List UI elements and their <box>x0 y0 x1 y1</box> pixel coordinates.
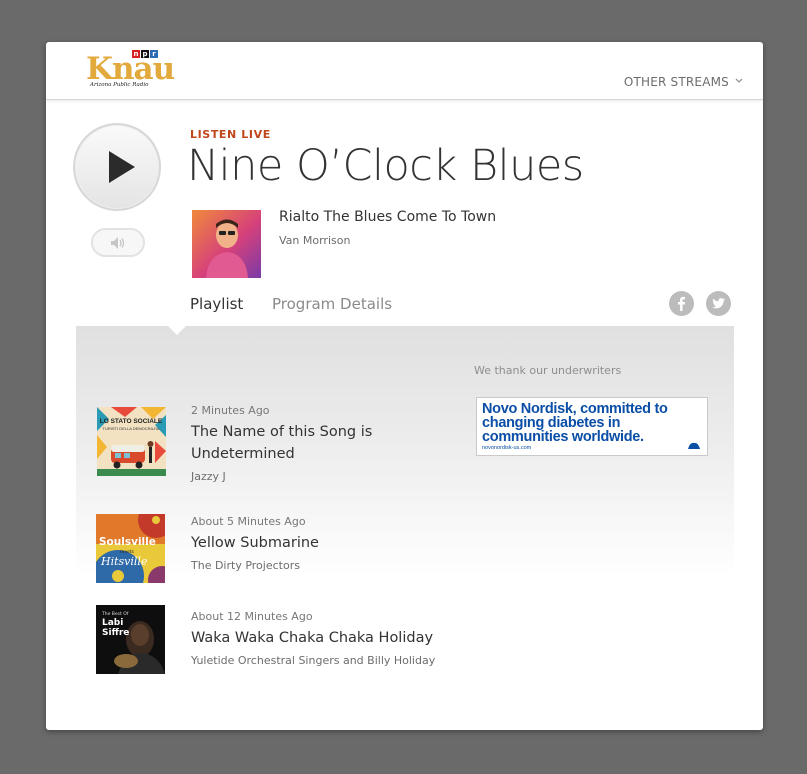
playlist-item-1-time: 2 Minutes Ago <box>191 404 270 417</box>
album-art-3-title-2: Siffre <box>102 628 129 638</box>
npr-letter-r: r <box>150 50 158 58</box>
playlist-item-2-artist: The Dirty Projectors <box>191 559 300 572</box>
album-art-1: LO STATO SOCIALE TURISTI DELLA DEMOCRAZI… <box>97 407 166 476</box>
volume-button[interactable] <box>91 228 145 257</box>
tab-indicator <box>168 326 186 335</box>
playlist-item-3-title: Waka Waka Chaka Chaka Holiday <box>191 630 434 646</box>
playlist-item-3-time: About 12 Minutes Ago <box>191 610 313 623</box>
facebook-icon <box>678 296 685 311</box>
underwriter-ad[interactable]: Novo Nordisk, committed to changing diab… <box>476 397 708 456</box>
other-streams-dropdown[interactable]: OTHER STREAMS <box>624 75 743 89</box>
show-title: Nine O’Clock Blues <box>187 141 584 191</box>
ad-line-2: changing diabetes in <box>482 415 621 431</box>
album-art-2: Soulsville meets Hitsville <box>96 514 165 583</box>
album-art-2-title: Soulsville <box>99 536 156 548</box>
other-streams-label: OTHER STREAMS <box>623 75 729 89</box>
npr-logo: n p r <box>132 50 158 58</box>
now-playing-artist: Van Morrison <box>279 234 351 247</box>
album-art-1-subtitle: TURISTI DELLA DEMOCRAZIA <box>103 426 160 431</box>
play-button[interactable] <box>73 123 161 211</box>
tab-program-details[interactable]: Program Details <box>272 295 392 313</box>
playlist-item-3-artist: Yuletide Orchestral Singers and Billy Ho… <box>191 654 436 667</box>
player-card: Knau n p r Arizona Public Radio OTHER ST… <box>46 42 763 730</box>
playlist-item-1-title: The Name of this Song is Undetermined <box>191 424 373 462</box>
listen-live-label: LISTEN LIVE <box>190 128 271 141</box>
now-playing-song: Rialto The Blues Come To Town <box>279 209 497 225</box>
now-playing-album-art <box>192 210 261 278</box>
twitter-share-button[interactable] <box>706 291 731 316</box>
top-bar: Knau n p r Arizona Public Radio OTHER ST… <box>46 42 763 100</box>
chevron-down-icon <box>735 77 743 87</box>
playlist-item-2-title: Yellow Submarine <box>191 535 319 551</box>
album-art-3-title-1: Labi <box>102 618 123 628</box>
album-art-3-subtitle: The Best Of <box>101 611 129 617</box>
ad-line-1: Novo Nordisk, committed to <box>482 401 668 417</box>
npr-letter-p: p <box>141 50 149 58</box>
playlist-item-2-time: About 5 Minutes Ago <box>191 515 306 528</box>
tab-playlist[interactable]: Playlist <box>190 295 243 313</box>
twitter-icon <box>712 298 725 309</box>
ad-line-3: communities worldwide. <box>482 429 644 445</box>
underwriters-heading: We thank our underwriters <box>474 364 622 377</box>
logo-wordmark: Knau <box>86 51 175 87</box>
album-art-3: The Best Of Labi Siffre <box>96 605 165 674</box>
logo-subtitle: Arizona Public Radio <box>90 82 149 88</box>
playlist-item-1-artist: Jazzy J <box>191 470 226 483</box>
facebook-share-button[interactable] <box>669 291 694 316</box>
npr-letter-n: n <box>132 50 140 58</box>
ad-url: novonordisk-us.com <box>482 445 532 451</box>
album-art-1-title: LO STATO SOCIALE <box>100 418 163 425</box>
novo-bull-logo-icon <box>688 442 700 449</box>
volume-icon <box>111 237 125 249</box>
play-icon <box>109 151 135 183</box>
album-art-2-subtitle: Hitsville <box>100 555 148 568</box>
station-logo[interactable]: Knau n p r Arizona Public Radio <box>86 50 175 90</box>
